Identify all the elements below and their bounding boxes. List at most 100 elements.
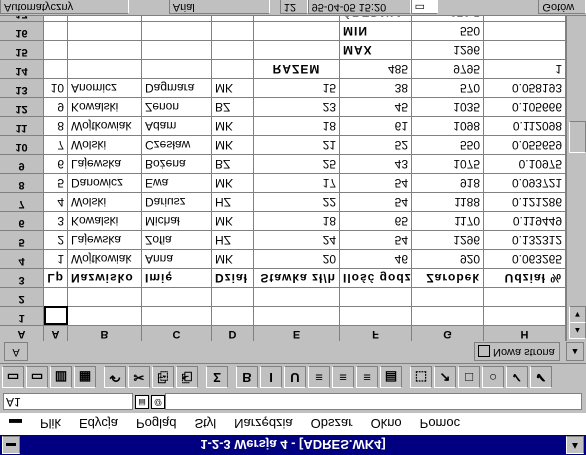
cell[interactable]: 9 — [44, 97, 68, 116]
row-header[interactable]: 3 — [0, 268, 44, 287]
row-header[interactable]: 10 — [0, 135, 44, 154]
rectangle-tool-icon[interactable]: □ — [458, 366, 480, 389]
status-size[interactable]: 12 — [279, 0, 308, 15]
spell-check-icon[interactable]: ✓ — [506, 366, 528, 389]
cell[interactable]: 2 — [44, 230, 68, 249]
vertical-scrollbar[interactable]: ▲ ▼ — [566, 16, 586, 341]
cell[interactable]: Kowalski — [68, 97, 142, 116]
cell[interactable] — [484, 306, 566, 325]
cell[interactable]: 54 — [340, 230, 412, 249]
cell[interactable]: 21 — [254, 135, 340, 154]
print-icon[interactable]: ▥ — [50, 366, 72, 389]
cell[interactable]: Danowicz — [68, 173, 142, 192]
cell[interactable]: 54 — [340, 173, 412, 192]
cell[interactable]: Ilość godz. — [340, 268, 412, 287]
cell[interactable]: MK — [212, 116, 254, 135]
cell[interactable]: 550 — [412, 135, 484, 154]
preview-icon[interactable]: ▦ — [74, 366, 96, 389]
abc-icon[interactable]: ▤ — [380, 366, 402, 389]
cell[interactable]: 918 — [412, 173, 484, 192]
cell[interactable]: 1188 — [412, 192, 484, 211]
row-header[interactable]: 4 — [0, 249, 44, 268]
cell[interactable]: 570 — [412, 78, 484, 97]
cell[interactable] — [68, 40, 142, 59]
cell[interactable]: MK — [212, 173, 254, 192]
cell[interactable]: 4 — [44, 192, 68, 211]
cell[interactable]: MK — [212, 211, 254, 230]
row-header[interactable]: 11 — [0, 116, 44, 135]
row-header[interactable]: 1 — [0, 306, 44, 325]
save-file-icon[interactable]: ▭ — [26, 366, 48, 389]
cell[interactable]: 1 — [44, 249, 68, 268]
cell[interactable]: 65 — [340, 211, 412, 230]
cell[interactable]: 6 — [44, 154, 68, 173]
cell[interactable]: 1296 — [412, 230, 484, 249]
cell[interactable] — [142, 306, 212, 325]
cell[interactable]: 9795 — [412, 59, 484, 78]
cell[interactable]: 20 — [254, 249, 340, 268]
cell[interactable]: 1035 — [412, 97, 484, 116]
cell[interactable] — [212, 21, 254, 40]
row-header[interactable]: 14 — [0, 59, 44, 78]
cell[interactable]: Wojtkowiak — [68, 116, 142, 135]
cell[interactable]: 8 — [44, 116, 68, 135]
cell[interactable]: 1 — [484, 59, 566, 78]
cell[interactable]: 550 — [412, 21, 484, 40]
cell[interactable] — [212, 306, 254, 325]
column-header-f[interactable]: F — [340, 325, 412, 341]
cell[interactable]: 38 — [340, 78, 412, 97]
cell[interactable]: Michał — [142, 211, 212, 230]
cell[interactable] — [44, 287, 68, 306]
cell[interactable]: 15 — [254, 78, 340, 97]
ok-icon[interactable]: ✔ — [530, 366, 552, 389]
cell[interactable]: Bożena — [142, 154, 212, 173]
align-left-icon[interactable]: ≡ — [308, 366, 330, 389]
cell[interactable]: 0.063265 — [484, 249, 566, 268]
cell[interactable] — [412, 306, 484, 325]
cell[interactable]: MAX — [340, 40, 412, 59]
cell[interactable]: Adam — [142, 116, 212, 135]
cell[interactable]: MIN — [340, 21, 412, 40]
cell[interactable]: 18 — [254, 116, 340, 135]
cell[interactable]: 485 — [340, 59, 412, 78]
cell[interactable] — [142, 21, 212, 40]
cell[interactable]: 22 — [254, 192, 340, 211]
cell[interactable]: MK — [212, 135, 254, 154]
cell[interactable] — [212, 287, 254, 306]
function-icon[interactable]: @ — [151, 395, 165, 409]
row-header[interactable]: 12 — [0, 97, 44, 116]
column-header-a[interactable]: A — [44, 325, 68, 341]
cell[interactable] — [254, 40, 340, 59]
cell[interactable] — [340, 306, 412, 325]
cell[interactable]: 0.105666 — [484, 97, 566, 116]
cell[interactable] — [44, 40, 68, 59]
row-header[interactable]: 7 — [0, 192, 44, 211]
scroll-up-icon[interactable]: ▲ — [569, 322, 586, 339]
cell[interactable]: Lp — [44, 268, 68, 287]
cell[interactable]: 1170 — [412, 211, 484, 230]
status-keyboard-icon[interactable]: ▭ — [410, 0, 439, 15]
cell[interactable]: 0.058193 — [484, 78, 566, 97]
cell[interactable]: 7 — [44, 135, 68, 154]
cell[interactable]: MK — [212, 78, 254, 97]
sum-icon[interactable]: Σ — [206, 366, 228, 389]
row-header[interactable]: 2 — [0, 287, 44, 306]
ellipse-tool-icon[interactable]: ○ — [482, 366, 504, 389]
system-menu-button[interactable]: ▬ — [2, 436, 20, 454]
row-header[interactable]: 8 — [0, 173, 44, 192]
row-header[interactable]: 16 — [0, 21, 44, 40]
open-file-icon[interactable]: ▭ — [2, 366, 24, 389]
cell[interactable] — [412, 287, 484, 306]
scroll-down-icon[interactable]: ▼ — [569, 306, 586, 323]
cell[interactable]: Czesław — [142, 135, 212, 154]
sheet-tab-a[interactable]: A — [4, 342, 28, 361]
cell[interactable]: Kowalski — [68, 211, 142, 230]
cell[interactable]: RAZEM — [254, 59, 340, 78]
menu-obszar[interactable]: Obszar — [302, 417, 362, 432]
cell[interactable]: 920 — [412, 249, 484, 268]
undo-icon[interactable]: ↶ — [104, 366, 126, 389]
cell[interactable]: 0.119449 — [484, 211, 566, 230]
cell[interactable]: 18 — [254, 211, 340, 230]
cell-address-box[interactable]: A1 — [3, 393, 133, 410]
cell[interactable]: Dagmara — [142, 78, 212, 97]
